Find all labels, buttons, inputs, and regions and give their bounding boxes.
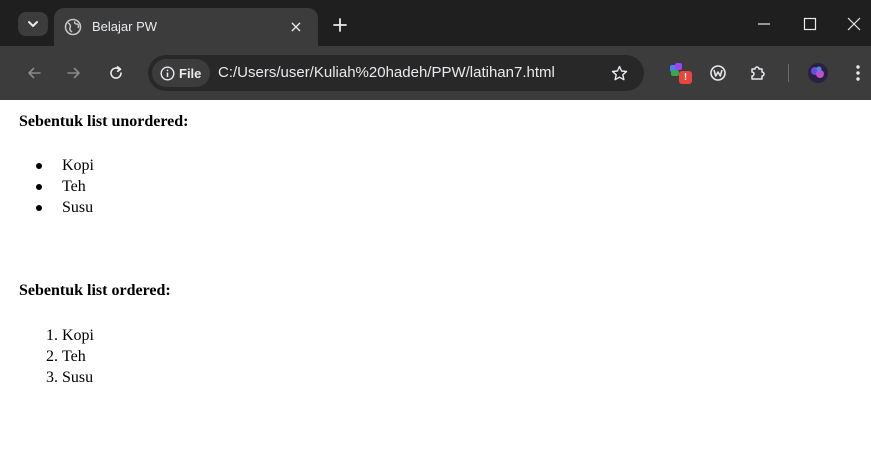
site-info-chip[interactable]: File <box>152 59 210 87</box>
maximize-icon <box>803 17 817 31</box>
bullet-icon <box>36 163 42 169</box>
unordered-heading: Sebentuk list unordered: <box>19 113 189 130</box>
toolbar-separator <box>788 64 789 82</box>
address-bar[interactable]: File C:/Users/user/Kuliah%20hadeh/PPW/la… <box>148 55 644 91</box>
extension-button-one[interactable]: ! <box>668 61 692 85</box>
arrow-right-icon <box>67 67 80 79</box>
maximize-button[interactable] <box>796 10 824 38</box>
plus-icon <box>333 18 347 32</box>
globe-icon <box>64 18 82 36</box>
profile-button[interactable] <box>806 61 830 85</box>
arrow-left-icon <box>28 67 41 79</box>
avatar <box>808 63 828 83</box>
bookmark-button[interactable] <box>608 62 630 84</box>
kebab-menu-icon <box>856 65 860 81</box>
list-item: 2. Teh <box>46 346 94 367</box>
close-window-button[interactable] <box>840 10 868 38</box>
url-text[interactable]: C:/Users/user/Kuliah%20hadeh/PPW/latihan… <box>218 63 555 83</box>
page-content: Sebentuk list unordered: Kopi Teh Susu S… <box>0 100 871 457</box>
list-item: 1. Kopi <box>46 325 94 346</box>
extension-w-icon <box>710 65 726 81</box>
ordered-heading: Sebentuk list ordered: <box>19 282 171 299</box>
chevron-down-icon <box>28 21 38 27</box>
list-item: Susu <box>36 197 94 218</box>
list-item: Kopi <box>36 155 94 176</box>
bullet-icon <box>36 184 42 190</box>
forward-button[interactable] <box>62 61 86 85</box>
bullet-icon <box>36 205 42 211</box>
info-icon <box>160 65 175 81</box>
star-icon <box>611 65 627 80</box>
minimize-icon <box>758 23 770 25</box>
tab-close-button[interactable]: × <box>286 17 306 37</box>
extension-button-two[interactable] <box>706 61 730 85</box>
tab-active[interactable]: Belajar PW × <box>54 8 318 46</box>
tab-search-button[interactable] <box>18 12 48 36</box>
ordered-list: 1. Kopi 2. Teh 3. Susu <box>46 325 94 388</box>
reload-button[interactable] <box>104 61 128 85</box>
minimize-button[interactable] <box>750 10 778 38</box>
site-chip-label: File <box>179 65 202 81</box>
back-button[interactable] <box>22 61 46 85</box>
extension-badge: ! <box>679 71 692 84</box>
new-tab-button[interactable] <box>328 14 352 36</box>
puzzle-icon <box>751 66 765 80</box>
list-number: 1. <box>46 327 58 344</box>
list-item: 3. Susu <box>46 367 94 388</box>
extensions-menu-button[interactable] <box>746 61 770 85</box>
close-icon: × <box>289 17 303 36</box>
list-number: 2. <box>46 348 58 365</box>
reload-icon <box>110 66 122 79</box>
list-item: Teh <box>36 176 94 197</box>
unordered-list: Kopi Teh Susu <box>36 155 94 218</box>
tab-strip: Belajar PW × <box>0 0 871 46</box>
tab-title: Belajar PW <box>92 19 158 34</box>
close-window-icon <box>847 17 861 31</box>
list-number: 3. <box>46 369 58 386</box>
menu-button[interactable] <box>846 61 870 85</box>
browser-toolbar: File C:/Users/user/Kuliah%20hadeh/PPW/la… <box>0 46 871 100</box>
